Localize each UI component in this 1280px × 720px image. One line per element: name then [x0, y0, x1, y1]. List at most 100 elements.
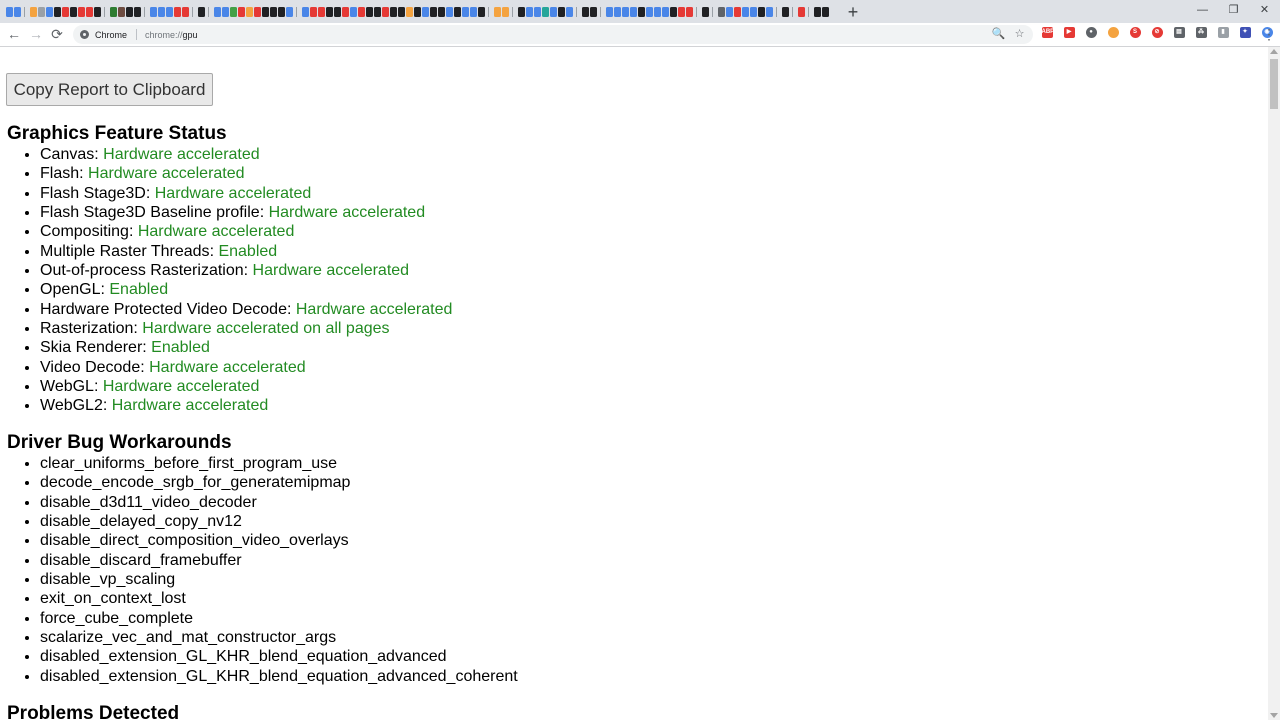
pinned-tab-favicon-icon[interactable] — [237, 6, 245, 17]
pinned-tab-favicon-icon[interactable] — [253, 6, 261, 17]
pinned-tab-favicon-icon[interactable] — [405, 6, 413, 17]
pinned-tab-favicon-icon[interactable] — [85, 6, 93, 17]
pinned-tab-favicon-icon[interactable] — [757, 6, 765, 17]
pinned-tab-favicon-icon[interactable] — [45, 6, 53, 17]
browser-menu-button[interactable]: ⋮ — [1262, 25, 1276, 43]
pinned-tab-favicon-icon[interactable] — [213, 6, 221, 17]
pinned-tab-favicon-icon[interactable] — [501, 6, 509, 17]
pinned-tab-favicon-icon[interactable] — [69, 6, 77, 17]
pinned-tab-favicon-icon[interactable] — [333, 6, 341, 17]
copy-report-button[interactable]: Copy Report to Clipboard — [6, 73, 213, 106]
pinned-tab-favicon-icon[interactable] — [125, 6, 133, 17]
pinned-tab-favicon-icon[interactable] — [605, 6, 613, 17]
pinned-tab-favicon-icon[interactable] — [261, 6, 269, 17]
pinned-tab-favicon-icon[interactable] — [661, 6, 669, 17]
pinned-tab-favicon-icon[interactable] — [685, 6, 693, 17]
scroll-up-arrow-icon[interactable] — [1270, 49, 1278, 54]
extension-icon[interactable]: ⁂ — [1195, 27, 1207, 38]
extension-icon[interactable]: ✦ — [1239, 27, 1251, 38]
pinned-tab-favicon-icon[interactable] — [181, 6, 189, 17]
pinned-tab-favicon-icon[interactable] — [477, 6, 485, 17]
close-window-button[interactable]: ✕ — [1249, 0, 1280, 23]
extension-icon[interactable] — [1107, 27, 1119, 38]
pinned-tab-favicon-icon[interactable] — [469, 6, 477, 17]
extension-icon[interactable]: ▶ — [1063, 27, 1075, 38]
pinned-tab-favicon-icon[interactable] — [61, 6, 69, 17]
pinned-tab-favicon-icon[interactable] — [541, 6, 549, 17]
bookmark-star-icon[interactable]: ☆ — [1012, 27, 1027, 42]
pinned-tab-favicon-icon[interactable] — [29, 6, 37, 17]
pinned-tab-favicon-icon[interactable] — [245, 6, 253, 17]
pinned-tab-favicon-icon[interactable] — [637, 6, 645, 17]
pinned-tab-favicon-icon[interactable] — [429, 6, 437, 17]
new-tab-button[interactable]: + — [843, 2, 863, 22]
pinned-tab-favicon-icon[interactable] — [117, 6, 125, 17]
pinned-tab-favicon-icon[interactable] — [629, 6, 637, 17]
pinned-tab-favicon-icon[interactable] — [813, 6, 821, 17]
pinned-tab-favicon-icon[interactable] — [157, 6, 165, 17]
pinned-tab-favicon-icon[interactable] — [653, 6, 661, 17]
zoom-icon[interactable]: 🔍 — [991, 27, 1006, 42]
pinned-tab-favicon-icon[interactable] — [421, 6, 429, 17]
extension-icon[interactable]: ⊘ — [1151, 27, 1163, 38]
pinned-tab-favicon-icon[interactable] — [341, 6, 349, 17]
scroll-down-arrow-icon[interactable] — [1270, 713, 1278, 718]
pinned-tab-favicon-icon[interactable] — [93, 6, 101, 17]
scroll-thumb[interactable] — [1270, 59, 1278, 109]
pinned-tab-favicon-icon[interactable] — [277, 6, 285, 17]
extension-icon[interactable]: ▤ — [1173, 27, 1185, 38]
pinned-tab-favicon-icon[interactable] — [381, 6, 389, 17]
pinned-tab-favicon-icon[interactable] — [437, 6, 445, 17]
extension-icon[interactable]: S — [1129, 27, 1141, 38]
pinned-tab-favicon-icon[interactable] — [325, 6, 333, 17]
pinned-tab-favicon-icon[interactable] — [517, 6, 525, 17]
pinned-tab-favicon-icon[interactable] — [133, 6, 141, 17]
address-bar[interactable]: Chrome chrome://gpu 🔍 ☆ — [73, 25, 1033, 44]
pinned-tab-favicon-icon[interactable] — [397, 6, 405, 17]
pinned-tab-favicon-icon[interactable] — [389, 6, 397, 17]
pinned-tab-favicon-icon[interactable] — [461, 6, 469, 17]
pinned-tab-favicon-icon[interactable] — [149, 6, 157, 17]
pinned-tab-favicon-icon[interactable] — [645, 6, 653, 17]
pinned-tab-favicon-icon[interactable] — [309, 6, 317, 17]
pinned-tab-favicon-icon[interactable] — [37, 6, 45, 17]
pinned-tab-favicon-icon[interactable] — [317, 6, 325, 17]
pinned-tab-favicon-icon[interactable] — [285, 6, 293, 17]
extension-icon[interactable]: ● — [1085, 27, 1097, 38]
pinned-tab-favicon-icon[interactable] — [373, 6, 381, 17]
pinned-tab-favicon-icon[interactable] — [549, 6, 557, 17]
pinned-tab-favicon-icon[interactable] — [669, 6, 677, 17]
pinned-tab-favicon-icon[interactable] — [557, 6, 565, 17]
pinned-tab-favicon-icon[interactable] — [13, 6, 21, 17]
pinned-tab-favicon-icon[interactable] — [725, 6, 733, 17]
restore-button[interactable]: ❐ — [1218, 0, 1249, 23]
pinned-tab-favicon-icon[interactable] — [357, 6, 365, 17]
pinned-tab-favicon-icon[interactable] — [677, 6, 685, 17]
pinned-tab-favicon-icon[interactable] — [493, 6, 501, 17]
pinned-tab-favicon-icon[interactable] — [173, 6, 181, 17]
pinned-tab-favicon-icon[interactable] — [525, 6, 533, 17]
pinned-tab-favicon-icon[interactable] — [621, 6, 629, 17]
pinned-tab-favicon-icon[interactable] — [453, 6, 461, 17]
pinned-tab-favicon-icon[interactable] — [301, 6, 309, 17]
pinned-tab-favicon-icon[interactable] — [269, 6, 277, 17]
pinned-tab-favicon-icon[interactable] — [613, 6, 621, 17]
pinned-tab-favicon-icon[interactable] — [5, 6, 13, 17]
pinned-tab-favicon-icon[interactable] — [565, 6, 573, 17]
page-scrollbar[interactable] — [1268, 47, 1280, 720]
extension-icon[interactable]: ▮ — [1217, 27, 1229, 38]
pinned-tab-favicon-icon[interactable] — [533, 6, 541, 17]
pinned-tab-favicon-icon[interactable] — [197, 6, 205, 17]
pinned-tab-favicon-icon[interactable] — [77, 6, 85, 17]
pinned-tab-favicon-icon[interactable] — [733, 6, 741, 17]
pinned-tab-favicon-icon[interactable] — [445, 6, 453, 17]
pinned-tab-favicon-icon[interactable] — [413, 6, 421, 17]
pinned-tab-favicon-icon[interactable] — [749, 6, 757, 17]
minimize-button[interactable]: — — [1187, 0, 1218, 23]
pinned-tab-favicon-icon[interactable] — [53, 6, 61, 17]
pinned-tab-favicon-icon[interactable] — [589, 6, 597, 17]
back-button[interactable]: ← — [5, 25, 23, 43]
pinned-tab-favicon-icon[interactable] — [797, 6, 805, 17]
pinned-tab-favicon-icon[interactable] — [365, 6, 373, 17]
pinned-tab-favicon-icon[interactable] — [781, 6, 789, 17]
